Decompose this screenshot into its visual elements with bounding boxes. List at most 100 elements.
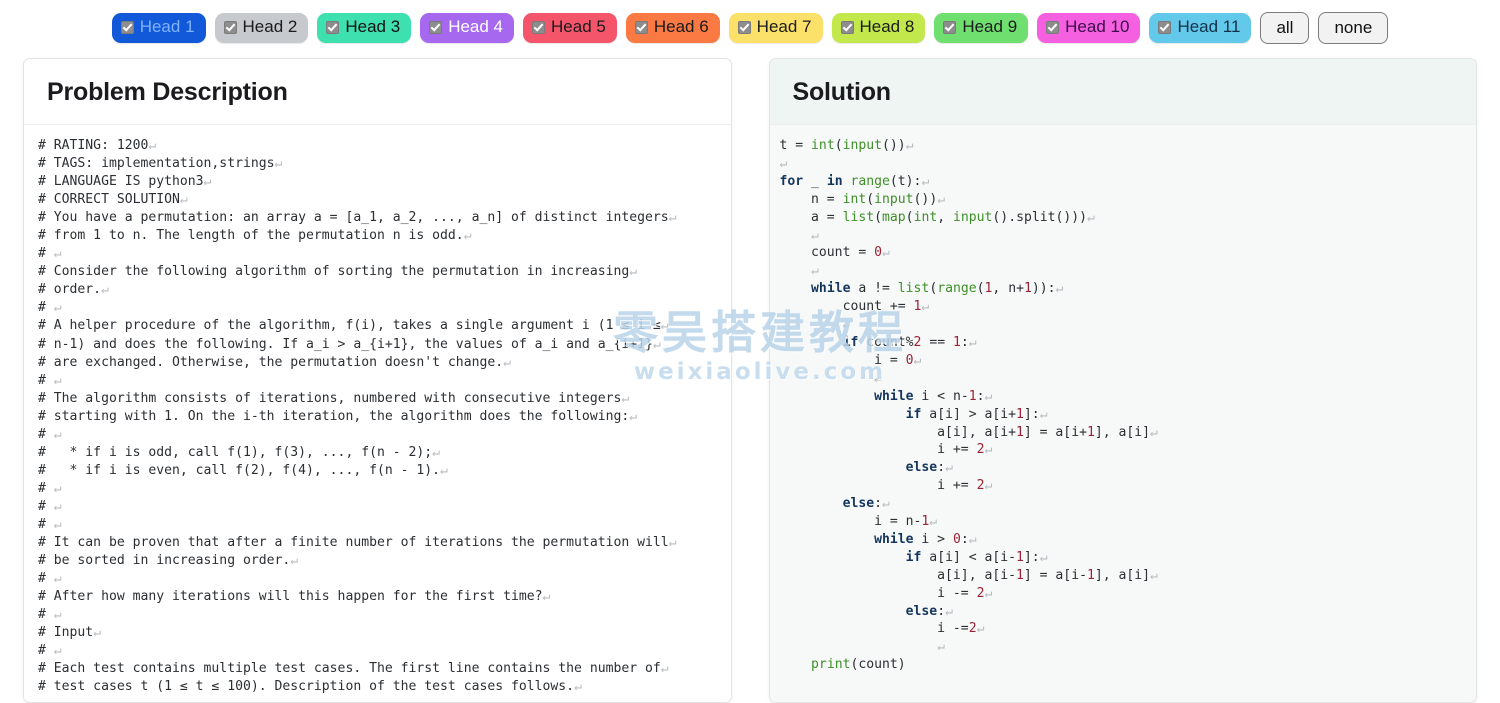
carriage-return-icon: ↵ xyxy=(53,607,62,623)
code-line: # ↵ xyxy=(38,246,62,262)
carriage-return-icon: ↵ xyxy=(968,531,977,547)
carriage-return-icon: ↵ xyxy=(984,388,993,404)
carriage-return-icon: ↵ xyxy=(668,210,677,226)
head-toggle-11[interactable]: Head 11 xyxy=(1149,13,1252,43)
select-none-button[interactable]: none xyxy=(1318,11,1389,45)
head-toggle-4[interactable]: Head 4 xyxy=(420,13,515,43)
checkbox-checked-icon[interactable] xyxy=(943,21,957,34)
carriage-return-icon: ↵ xyxy=(1150,424,1158,440)
code-line: # CORRECT SOLUTION↵ xyxy=(38,192,188,208)
code-line: # ↵ xyxy=(38,607,62,623)
checkbox-checked-icon[interactable] xyxy=(634,21,648,34)
head-toggle-label: Head 11 xyxy=(1177,17,1241,37)
carriage-return-icon: ↵ xyxy=(621,390,630,406)
problem-panel-header: Problem Description xyxy=(24,59,731,125)
code-line: ↵ xyxy=(780,262,1461,280)
code-token: in xyxy=(826,173,843,189)
code-token: int xyxy=(811,138,835,153)
carriage-return-icon: ↵ xyxy=(1039,406,1048,422)
code-line: # It can be proven that after a finite n… xyxy=(38,535,677,551)
carriage-return-icon: ↵ xyxy=(668,535,677,551)
carriage-return-icon: ↵ xyxy=(779,155,788,171)
head-toggle-10[interactable]: Head 10 xyxy=(1037,13,1141,43)
carriage-return-icon: ↵ xyxy=(53,498,62,514)
checkbox-checked-icon[interactable] xyxy=(429,21,443,34)
problem-panel-body: # RATING: 1200↵ # TAGS: implementation,st… xyxy=(24,125,731,702)
code-token: 1 xyxy=(1086,567,1095,583)
code-line: print(count) xyxy=(811,657,906,673)
code-token: list xyxy=(842,209,875,225)
code-line: # ↵ xyxy=(38,480,62,496)
carriage-return-icon: ↵ xyxy=(968,334,977,350)
carriage-return-icon: ↵ xyxy=(921,173,930,189)
carriage-return-icon: ↵ xyxy=(53,426,62,442)
code-line: count += 1↵ xyxy=(779,299,930,315)
code-token: int xyxy=(842,191,867,207)
code-token: else xyxy=(842,496,875,512)
checkbox-checked-icon[interactable] xyxy=(737,21,751,34)
head-toggle-label: Head 2 xyxy=(242,17,298,37)
code-token: 1 xyxy=(984,281,993,297)
carriage-return-icon: ↵ xyxy=(274,156,283,172)
checkbox-checked-icon[interactable] xyxy=(1158,21,1172,34)
code-line: i += 2↵ xyxy=(779,478,993,494)
head-toggle-6[interactable]: Head 6 xyxy=(625,13,720,43)
code-line: # ↵ xyxy=(38,426,62,442)
code-line: i -=2↵ xyxy=(779,621,985,637)
code-line: for _ in range(t):↵ xyxy=(779,173,930,189)
code-token: list xyxy=(897,281,930,297)
head-toggle-9[interactable]: Head 9 xyxy=(934,13,1029,43)
carriage-return-icon: ↵ xyxy=(984,478,993,494)
code-token: map xyxy=(882,209,906,225)
head-toggle-5[interactable]: Head 5 xyxy=(523,13,617,43)
code-token: input xyxy=(842,138,883,153)
code-line: # n-1) and does the following. If a_i > … xyxy=(38,336,661,352)
code-line: # ↵ xyxy=(38,300,62,316)
checkbox-checked-icon[interactable] xyxy=(223,21,237,34)
checkbox-checked-icon[interactable] xyxy=(326,21,340,34)
carriage-return-icon: ↵ xyxy=(101,282,109,298)
head-toggle-1[interactable]: Head 1 xyxy=(111,13,206,43)
code-token: 1 xyxy=(1016,549,1024,565)
code-token: 0 xyxy=(952,531,961,547)
checkbox-checked-icon[interactable] xyxy=(532,21,546,34)
code-line: # TAGS: implementation,strings↵ xyxy=(38,156,283,172)
code-line: n = int(input())↵ xyxy=(779,191,946,207)
code-line: ↵ xyxy=(780,316,1461,334)
code-line: t = int(input())↵ xyxy=(779,138,914,153)
problem-description-text: # RATING: 1200↵ # TAGS: implementation,st… xyxy=(24,137,731,696)
code-line: # ↵ xyxy=(38,571,62,587)
carriage-return-icon: ↵ xyxy=(660,318,669,334)
carriage-return-icon: ↵ xyxy=(1039,549,1048,565)
code-token: 2 xyxy=(968,621,977,637)
head-toggle-8[interactable]: Head 8 xyxy=(831,13,926,43)
select-all-button[interactable]: all xyxy=(1260,11,1310,45)
head-toggle-3[interactable]: Head 3 xyxy=(317,13,412,43)
carriage-return-icon: ↵ xyxy=(503,354,511,370)
carriage-return-icon: ↵ xyxy=(874,370,882,386)
checkbox-checked-icon[interactable] xyxy=(1046,21,1060,34)
code-line: # RATING: 1200↵ xyxy=(38,138,157,153)
code-line: if a[i] > a[i+1]:↵ xyxy=(905,406,1048,422)
code-line: # Each test contains multiple test cases… xyxy=(38,661,669,677)
checkbox-checked-icon[interactable] xyxy=(840,21,854,34)
code-line: # A helper procedure of the algorithm, f… xyxy=(38,318,669,334)
code-token: if xyxy=(842,334,859,350)
carriage-return-icon: ↵ xyxy=(53,372,62,388)
code-line: # are exchanged. Otherwise, the permutat… xyxy=(38,354,511,370)
carriage-return-icon: ↵ xyxy=(53,246,62,262)
carriage-return-icon: ↵ xyxy=(53,516,62,532)
head-toggle-7[interactable]: Head 7 xyxy=(728,13,823,43)
checkbox-checked-icon[interactable] xyxy=(120,21,134,34)
head-toggle-label: Head 5 xyxy=(551,17,606,37)
code-token: else xyxy=(905,460,938,476)
head-toggle-2[interactable]: Head 2 xyxy=(214,13,309,43)
carriage-return-icon: ↵ xyxy=(937,639,946,655)
code-line: # * if i is even, call f(2), f(4), ..., … xyxy=(38,462,448,478)
carriage-return-icon: ↵ xyxy=(811,263,819,279)
code-line: # order.↵ xyxy=(38,282,109,298)
code-line: ↵ xyxy=(780,370,1461,388)
carriage-return-icon: ↵ xyxy=(921,299,930,315)
code-line: # from 1 to n. The length of the permuta… xyxy=(38,228,472,244)
carriage-return-icon: ↵ xyxy=(574,679,582,695)
